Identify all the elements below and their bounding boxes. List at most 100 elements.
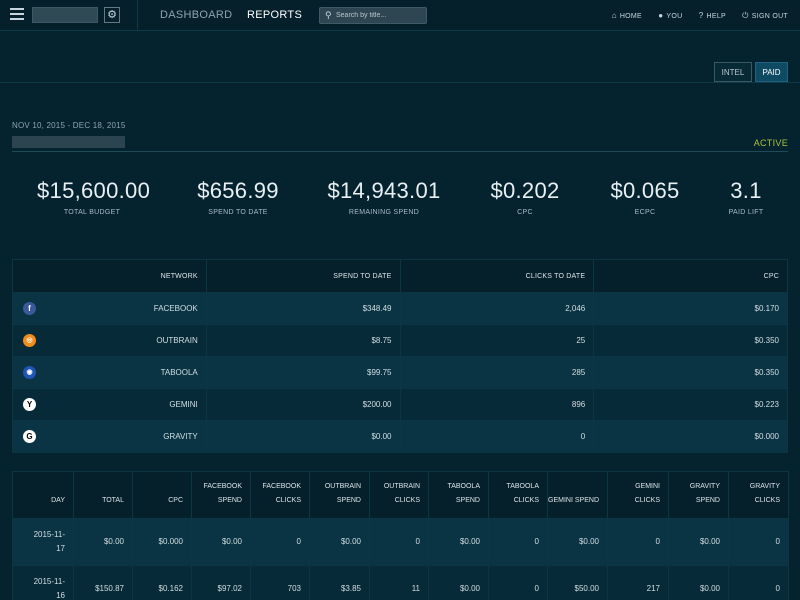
intel-toggle-button[interactable]: INTEL [714,62,752,82]
column-header-gemini-clicks[interactable]: GEMINI CLICKS [607,471,669,519]
home-link[interactable]: ⌂ HOME [612,11,643,20]
metric-value: $656.99 [197,178,279,203]
column-header-total[interactable]: TOTAL [73,471,133,519]
column-header-gravity-spend[interactable]: GRAVITY SPEND [668,471,729,519]
column-header-clicks[interactable]: CLICKS TO DATE [399,259,595,293]
table-cell: 703 [250,565,310,600]
table-row: ◎ OUTBRAIN $8.75 25 $0.350 [12,324,788,357]
account-selector[interactable] [32,7,98,23]
gear-icon[interactable]: ⚙ [104,7,120,23]
network-name: OUTBRAIN [156,336,198,345]
status-badge: ACTIVE [753,138,788,148]
column-header-day[interactable]: DAY [12,471,74,519]
network-name: FACEBOOK [153,304,198,313]
metric-value: $0.065 [610,178,680,203]
you-link[interactable]: ● YOU [658,11,682,20]
column-header-spend[interactable]: SPEND TO DATE [205,259,401,293]
column-header-gravity-clicks[interactable]: GRAVITY CLICKS [728,471,789,519]
gravity-icon: G [23,430,36,443]
top-bar: ⚙ DASHBOARD REPORTS ⚲ ⌂HOME ●YOU ?HELP ⏻… [0,0,800,31]
search-icon: ⚲ [325,10,332,20]
metric-ecpc: $0.065 ECPC [604,178,686,216]
header-text: TABOOLA [447,483,480,490]
cpc-cell: $0.000 [593,420,788,453]
column-header-taboola-clicks[interactable]: TABOOLA CLICKS [488,471,548,519]
header-text: SPEND [455,497,480,504]
column-header-outbrain-clicks[interactable]: OUTBRAIN CLICKS [369,471,429,519]
table-row: 2015-11- 17 $0.00 $0.000 $0.00 0 $0.00 0 … [12,518,789,566]
header-text: GEMINI SPEND [548,497,599,504]
network-name: GEMINI [169,400,198,409]
header-text: GEMINI CLICKS [634,483,660,504]
column-header-facebook-clicks[interactable]: FACEBOOK CLICKS [250,471,310,519]
nav-dashboard[interactable]: DASHBOARD [160,0,232,31]
header-text: CLICKS [513,497,539,504]
column-header-cpc[interactable]: CPC [593,259,788,293]
table-cell: $3.85 [309,565,370,600]
table-cell: $0.00 [309,518,370,566]
outbrain-icon: ◎ [23,334,36,347]
help-link[interactable]: ? HELP [698,11,726,20]
hamburger-menu-icon[interactable] [10,8,24,22]
network-cell: G GRAVITY [12,420,207,453]
network-cell: ◎ OUTBRAIN [12,324,207,357]
nav-reports[interactable]: REPORTS [247,0,302,31]
metric-total-budget: $15,600.00 TOTAL BUDGET [37,178,151,216]
metric-paid-lift: 3.1 PAID LIFT [722,178,770,216]
clicks-cell: 25 [399,324,595,357]
metric-label: ECPC [634,209,656,216]
table-cell: $150.87 [73,565,133,600]
table-cell: $97.02 [191,565,251,600]
metric-label: TOTAL BUDGET [63,209,121,216]
header-text: GRAVITY [749,483,780,490]
header-text: CLICKS [754,497,780,504]
metric-value: $14,943.01 [327,178,441,203]
table-cell: $0.000 [132,518,192,566]
metric-value: 3.1 [730,178,762,203]
table-cell: $0.00 [428,565,489,600]
power-icon: ⏻ [742,11,749,20]
column-header-taboola-spend[interactable]: TABOOLA SPEND [428,471,489,519]
table-cell: 0 [728,565,789,600]
day-text: 17 [56,544,65,553]
header-text: SPEND [217,497,242,504]
help-icon: ? [698,11,704,20]
paid-toggle-button[interactable]: PAID [755,62,788,82]
divider [0,82,800,83]
header-text: FACEBOOK [262,483,301,490]
help-label: HELP [706,13,726,20]
spend-cell: $99.75 [205,356,401,389]
home-label: HOME [619,13,643,20]
header-text: CPC [168,497,183,504]
signout-link[interactable]: ⏻ SIGN OUT [742,11,788,20]
metric-label: PAID LIFT [728,209,764,216]
header-text: SPEND [336,497,361,504]
user-icon: ● [658,11,664,20]
metric-label: CPC [517,209,533,216]
day-text: 16 [56,591,65,600]
metric-value: $15,600.00 [37,178,151,203]
taboola-icon: ◉ [23,366,36,379]
clicks-cell: 896 [399,388,595,421]
clicks-cell: 2,046 [399,292,595,325]
day-cell: 2015-11- 16 [12,565,74,600]
header-text: TABOOLA [506,483,539,490]
table-row: 2015-11- 16 $150.87 $0.162 $97.02 703 $3.… [12,565,789,600]
header-text: DAY [51,497,65,504]
column-header-network[interactable]: NETWORK [12,259,207,293]
table-cell: 0 [369,518,429,566]
column-header-gemini-spend[interactable]: GEMINI SPEND [547,471,608,519]
header-text: SPEND [695,497,720,504]
table-cell: 0 [488,518,548,566]
cpc-cell: $0.350 [593,324,788,357]
column-header-facebook-spend[interactable]: FACEBOOK SPEND [191,471,251,519]
divider [12,151,788,152]
header-text: CLICKS [394,497,420,504]
metric-value: $0.202 [490,178,560,203]
search-input[interactable] [336,9,424,22]
cpc-cell: $0.170 [593,292,788,325]
metric-label: REMAINING SPEND [348,209,420,216]
metric-label: SPEND TO DATE [208,209,268,216]
column-header-cpc[interactable]: CPC [132,471,192,519]
column-header-outbrain-spend[interactable]: OUTBRAIN SPEND [309,471,370,519]
